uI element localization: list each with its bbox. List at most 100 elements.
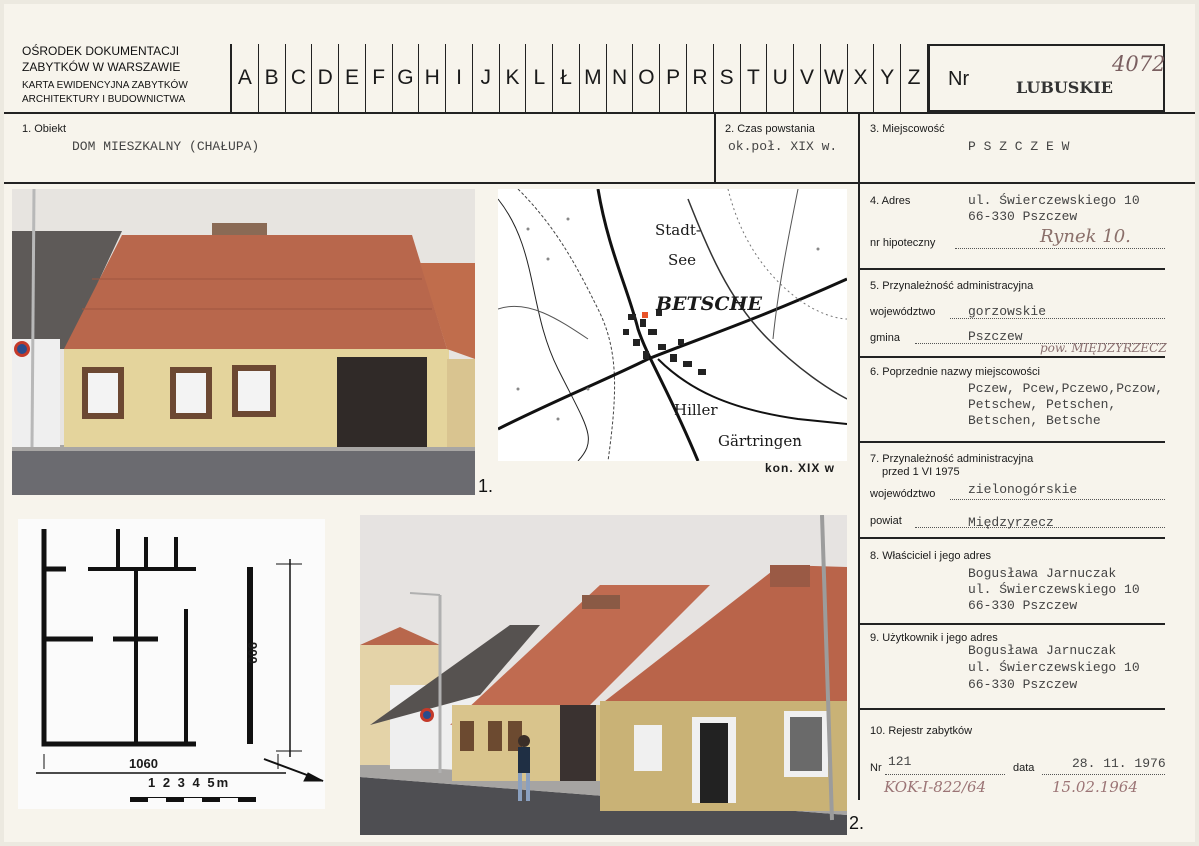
- alphabet-letter: U: [767, 44, 795, 112]
- wlasciciel-line2: ul. Świerczewskiego 10: [968, 582, 1140, 597]
- alphabet-letter: X: [848, 44, 875, 112]
- rejestr-nr-label: Nr: [870, 762, 882, 774]
- rejestr-data-value: 28. 11. 1976: [1072, 756, 1166, 771]
- czas-value: ok.poł. XIX w.: [728, 139, 838, 154]
- alphabet-letter: N: [607, 44, 634, 112]
- alphabet-letter: B: [259, 44, 286, 112]
- photo-house-facade: [12, 189, 475, 495]
- poprzednie-line2: Petschew, Petschen,: [968, 397, 1117, 412]
- map-town-name: BETSCHE: [656, 293, 762, 315]
- admin-note: pow. MIĘDZYRZECZ: [1040, 341, 1167, 355]
- rule-sec4: [860, 268, 1165, 270]
- poprzednie-line1: Pczew, Pcew,Pczewo,Pczow,: [968, 381, 1164, 396]
- alphabet-letter: M: [580, 44, 607, 112]
- rule-sec8: [860, 623, 1165, 625]
- plan-height-label: 900: [245, 642, 260, 664]
- adres-line2: 66-330 Pszczew: [968, 209, 1078, 224]
- institution-line1: OŚRODEK DOKUMENTACJI: [22, 44, 180, 58]
- alphabet-letter: O: [633, 44, 661, 112]
- alphabet-index: ABCDEFGHIJKLŁMNOPRSTUVWXYZ: [230, 44, 928, 112]
- alphabet-letter: C: [286, 44, 313, 112]
- admin75-woj-dots: [950, 499, 1165, 500]
- poprzednie-label: 6. Poprzednie nazwy miejscowości: [870, 366, 1040, 378]
- admin-woj-label: województwo: [870, 306, 936, 318]
- alphabet-letter: L: [526, 44, 554, 112]
- rule-sec9: [860, 708, 1165, 710]
- rejestr-data-label: data: [1013, 762, 1035, 774]
- hipoteczny-dots: [955, 248, 1165, 249]
- uzytkownik-line2: ul. Świerczewskiego 10: [968, 660, 1140, 675]
- admin75-label2: przed 1 VI 1975: [882, 466, 960, 478]
- admin-gmina-value: Pszczew: [968, 329, 1023, 344]
- map-village-hiller: Hiller: [674, 401, 718, 419]
- uzytkownik-line1: Bogusława Jarnuczak: [968, 643, 1117, 658]
- nr-number: 4072: [1112, 52, 1166, 76]
- alphabet-letter: K: [500, 44, 527, 112]
- institution-line2: ZABYTKÓW W WARSZAWIE: [22, 60, 181, 74]
- admin75-label1: 7. Przynależność administracyjna: [870, 453, 1034, 465]
- alphabet-letter: F: [366, 44, 393, 112]
- alphabet-letter: V: [794, 44, 821, 112]
- rejestr-hand-nr: KOK-I-822/64: [884, 778, 987, 796]
- obiekt-value: DOM MIESZKALNY (CHAŁUPA): [72, 139, 260, 154]
- admin75-powiat-value: Międzyrzecz: [968, 515, 1054, 530]
- rule-sec7: [860, 537, 1165, 539]
- floor-plan-graphic: [36, 529, 324, 802]
- miejscowosc-value: P S Z C Z E W: [968, 139, 1070, 154]
- alphabet-letter: W: [821, 44, 848, 112]
- institution-line4: ARCHITEKTURY I BUDOWNICTWA: [22, 94, 186, 105]
- institution-line3: KARTA EWIDENCYJNA ZABYTKÓW: [22, 80, 188, 91]
- alphabet-letter: R: [687, 44, 714, 112]
- alphabet-letter: G: [393, 44, 420, 112]
- rule-sec5: [860, 356, 1165, 358]
- wlasciciel-label: 8. Właściciel i jego adres: [870, 550, 992, 562]
- obiekt-label: 1. Obiekt: [22, 123, 67, 135]
- wlasciciel-line3: 66-330 Pszczew: [968, 598, 1078, 613]
- admin75-powiat-label: powiat: [870, 515, 902, 527]
- alphabet-letter: H: [419, 44, 447, 112]
- admin-gmina-label: gmina: [870, 332, 900, 344]
- nr-box: Nr LUBUSKIE 4072: [928, 44, 1165, 112]
- figure-1-number: 1.: [478, 476, 494, 496]
- alphabet-letter: Y: [874, 44, 902, 112]
- photo-house-facade-graphic: [12, 189, 475, 495]
- rejestr-data-dots: [1042, 774, 1165, 775]
- map-caption: kon. XIX w: [765, 461, 836, 475]
- adres-label: 4. Adres: [870, 195, 911, 207]
- divider-right-column: [858, 112, 860, 800]
- plan-width-label: 1060: [129, 756, 158, 771]
- alphabet-letter: J: [473, 44, 500, 112]
- nr-label: Nr: [948, 68, 970, 90]
- admin-woj-value: gorzowskie: [968, 304, 1047, 319]
- czas-label: 2. Czas powstania: [725, 123, 815, 135]
- alphabet-letter: D: [312, 44, 340, 112]
- rejestr-nr-dots: [885, 774, 1005, 775]
- hipoteczny-value: Rynek 10.: [1040, 226, 1131, 247]
- map-label-stadt: Stadt-: [655, 221, 701, 239]
- photo-street-view-graphic: [360, 515, 847, 835]
- alphabet-letter: A: [232, 44, 259, 112]
- admin-label: 5. Przynależność administracyjna: [870, 280, 1034, 292]
- rule-row1: [4, 182, 1195, 184]
- admin75-woj-value: zielonogórskie: [968, 482, 1078, 497]
- uzytkownik-line3: 66-330 Pszczew: [968, 677, 1078, 692]
- plan-scale-label: 1 2 3 4 5m: [148, 775, 231, 790]
- rule-sec6: [860, 441, 1165, 443]
- alphabet-letter: Ł: [553, 44, 580, 112]
- alphabet-letter: Z: [901, 44, 928, 112]
- floor-plan: 1060 900 1 2 3 4 5m: [18, 519, 325, 809]
- nr-region: LUBUSKIE: [1016, 78, 1113, 97]
- map-label-see: See: [668, 251, 697, 269]
- map-village-gartringen: Gärtringen: [718, 432, 802, 450]
- wlasciciel-line1: Bogusława Jarnuczak: [968, 566, 1117, 581]
- poprzednie-line3: Betschen, Betsche: [968, 413, 1101, 428]
- miejscowosc-label: 3. Miejscowość: [870, 123, 945, 135]
- historic-map: Stadt- See BETSCHE Hiller Gärtringen: [498, 189, 847, 461]
- alphabet-letter: S: [714, 44, 741, 112]
- figure-2-number: 2.: [849, 813, 865, 833]
- adres-line1: ul. Świerczewskiego 10: [968, 193, 1140, 208]
- alphabet-letter: I: [446, 44, 473, 112]
- rejestr-label: 10. Rejestr zabytków: [870, 725, 973, 737]
- photo-street-view: [360, 515, 847, 835]
- rejestr-hand-data: 15.02.1964: [1052, 778, 1138, 796]
